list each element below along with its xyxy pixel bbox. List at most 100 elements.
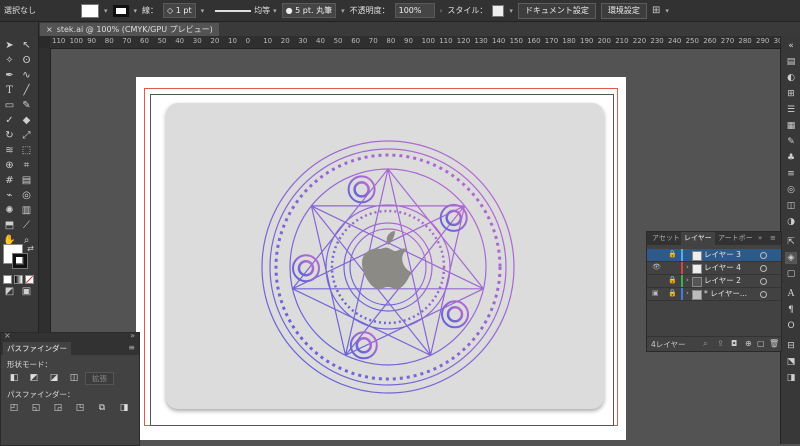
swap-fill-stroke-icon[interactable]: ⇄ — [24, 242, 37, 255]
divide-icon[interactable]: ◰ — [9, 403, 19, 413]
expand-arrow-icon[interactable]: › — [686, 263, 689, 271]
brushes-icon[interactable]: ✎ — [785, 136, 797, 148]
graphic-styles-icon[interactable]: ◫ — [785, 200, 797, 212]
tab-artboards[interactable]: アートボー — [715, 232, 756, 245]
direct-selection-tool-icon[interactable]: ↖ — [20, 39, 33, 52]
panel-close-icon[interactable]: × — [4, 331, 11, 340]
screen-mode-icon[interactable]: ▣ — [20, 285, 33, 298]
minus-front-icon[interactable]: ◩ — [29, 373, 39, 383]
align-icon[interactable]: ⊟ — [785, 340, 797, 352]
expand-arrow-icon[interactable]: › — [686, 276, 689, 284]
layer-name[interactable]: レイヤー 4 — [704, 262, 741, 274]
crop-icon[interactable]: ◳ — [75, 403, 85, 413]
fill-swatch[interactable] — [81, 3, 99, 18]
stroke-weight-dropdown-icon[interactable]: ▾ — [201, 7, 205, 15]
horizontal-ruler[interactable]: 110 100 90 80 70 60 50 40 30 20 10 0 10 20 30 40 50 60 70 8… — [50, 36, 780, 49]
type-tool-icon[interactable]: T — [3, 84, 16, 97]
arrange-icon[interactable]: ⊞ — [652, 5, 660, 16]
stroke-profile-select[interactable]: 均等 ▾ — [215, 5, 277, 16]
appearance-icon[interactable]: ◎ — [785, 184, 797, 196]
layer-row[interactable]: ▣ 🔒 › * レイヤー... — [647, 288, 781, 301]
export-icon[interactable]: ⇱ — [785, 236, 797, 248]
graph-tool-icon[interactable]: ▥ — [20, 204, 33, 217]
stroke-color-box[interactable] — [12, 253, 28, 269]
panel-expand-icon[interactable]: » — [755, 232, 765, 245]
free-transform-tool-icon[interactable]: ⬚ — [20, 144, 33, 157]
layer-target-icon[interactable] — [760, 278, 767, 285]
layer-target-icon[interactable] — [760, 291, 767, 298]
delete-layer-icon[interactable]: 🗑 — [769, 339, 779, 348]
opacity-dropdown-icon[interactable]: › — [440, 7, 443, 15]
intersect-icon[interactable]: ◪ — [49, 373, 59, 383]
pen-tool-icon[interactable]: ✒ — [3, 69, 16, 82]
minus-back-icon[interactable]: ◨ — [119, 403, 129, 413]
new-sublayer-icon[interactable]: ⊕ — [745, 339, 752, 348]
magic-wand-tool-icon[interactable]: ✧ — [3, 54, 16, 67]
unite-icon[interactable]: ◧ — [9, 373, 19, 383]
swatches-icon[interactable]: ▦ — [785, 120, 797, 132]
lock-icon[interactable]: 🔒 — [668, 289, 677, 297]
preferences-button[interactable]: 環境設定 — [600, 2, 647, 19]
scale-tool-icon[interactable]: ⤢ — [20, 129, 33, 142]
layer-target-icon[interactable] — [760, 252, 767, 259]
transparency-icon[interactable]: ◑ — [785, 216, 797, 228]
layers-panel-icon[interactable]: ◈ — [785, 252, 797, 264]
color-panel-icon[interactable]: ◐ — [785, 72, 797, 84]
clipping-mask-icon[interactable]: ◘ — [731, 339, 737, 348]
selection-tool-icon[interactable]: ➤ — [3, 39, 16, 52]
color-guide-icon[interactable]: ⊞ — [785, 88, 797, 100]
collapse-dock-icon[interactable]: « — [785, 40, 797, 52]
none-mode-icon[interactable] — [25, 275, 34, 284]
template-icon[interactable]: ▣ — [652, 289, 659, 297]
symbols-icon[interactable]: ♣ — [785, 152, 797, 164]
stroke-swatch[interactable] — [112, 4, 129, 17]
draw-mode-icon[interactable]: ◩ — [3, 285, 16, 298]
trim-icon[interactable]: ◱ — [31, 403, 41, 413]
tab-close-icon[interactable]: × — [46, 25, 53, 34]
color-mode-icon[interactable] — [3, 275, 12, 284]
width-tool-icon[interactable]: ≋ — [3, 144, 16, 157]
style-dropdown-icon[interactable]: ▾ — [509, 7, 513, 15]
paintbrush-tool-icon[interactable]: ✎ — [20, 99, 33, 112]
shaper-tool-icon[interactable]: ✓ — [3, 114, 16, 127]
paragraph-icon[interactable]: ¶ — [785, 304, 797, 316]
libraries-icon[interactable]: ☰ — [785, 104, 797, 116]
curvature-tool-icon[interactable]: ∿ — [20, 69, 33, 82]
gradient-tool-icon[interactable]: ▤ — [20, 174, 33, 187]
panel-menu-icon[interactable]: ≡ — [767, 232, 779, 245]
line-tool-icon[interactable]: ╱ — [20, 84, 33, 97]
outline-icon[interactable]: ⧉ — [97, 403, 107, 413]
export-layer-icon[interactable]: ⇪ — [717, 339, 724, 348]
blend-tool-icon[interactable]: ◎ — [20, 189, 33, 202]
fill-dropdown-icon[interactable]: ▾ — [104, 7, 108, 15]
expand-arrow-icon[interactable]: › — [686, 289, 689, 297]
brush-dropdown-icon[interactable]: ▾ — [341, 7, 345, 15]
pathfinder-panel-header[interactable]: × » — [1, 331, 139, 342]
character-icon[interactable]: A — [785, 288, 797, 300]
layer-target-icon[interactable] — [760, 265, 767, 272]
layer-name[interactable]: レイヤー 2 — [704, 275, 741, 287]
expand-button[interactable]: 拡張 — [85, 372, 114, 385]
layer-row[interactable]: 🔒 › レイヤー 2 — [647, 275, 781, 288]
panel-menu-icon[interactable]: ≡ — [128, 343, 135, 352]
stroke-dropdown-icon[interactable]: ▾ — [134, 7, 138, 15]
symbol-sprayer-tool-icon[interactable]: ✺ — [3, 204, 16, 217]
perspective-grid-tool-icon[interactable]: ⌗ — [20, 159, 33, 172]
merge-icon[interactable]: ◲ — [53, 403, 63, 413]
tab-pathfinder[interactable]: パスファインダー — [3, 342, 71, 355]
shape-builder-tool-icon[interactable]: ⊕ — [3, 159, 16, 172]
rotate-tool-icon[interactable]: ↻ — [3, 129, 16, 142]
properties-icon[interactable]: ▤ — [785, 56, 797, 68]
transform-icon[interactable]: ⬔ — [785, 356, 797, 368]
panel-expand-icon[interactable]: » — [130, 331, 135, 340]
magic-circle-artwork[interactable] — [256, 135, 520, 399]
arrange-dropdown-icon[interactable]: ▾ — [665, 7, 669, 15]
document-tab[interactable]: × stek.ai @ 100% (CMYK/GPU プレビュー) — [40, 23, 219, 36]
opacity-field[interactable]: 100% — [394, 3, 435, 18]
layer-row[interactable]: 👁 › レイヤー 4 — [647, 262, 781, 275]
new-layer-icon[interactable]: ▢ — [757, 339, 765, 348]
eyedropper-tool-icon[interactable]: ⌁ — [3, 189, 16, 202]
eraser-tool-icon[interactable]: ◆ — [20, 114, 33, 127]
artboard-tool-icon[interactable]: ⬒ — [3, 219, 16, 232]
pathfinder-icon[interactable]: ◨ — [785, 372, 797, 384]
